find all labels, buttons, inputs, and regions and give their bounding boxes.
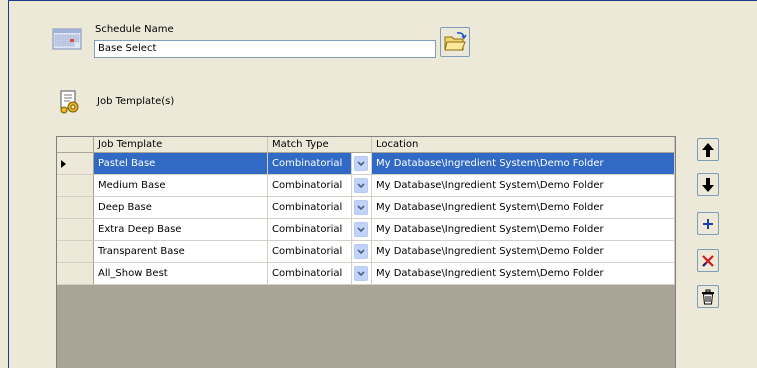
- grid-header: Job Template Match Type Location: [57, 137, 675, 153]
- match-type-dropdown[interactable]: [352, 175, 372, 197]
- job-template-cell[interactable]: Medium Base: [94, 175, 268, 197]
- chevron-down-icon: [354, 156, 368, 171]
- table-row[interactable]: Transparent Base Combinatorial My Databa…: [57, 241, 675, 263]
- match-type-cell[interactable]: Combinatorial: [268, 197, 352, 219]
- arrow-down-icon: [702, 177, 714, 192]
- job-template-cell[interactable]: Extra Deep Base: [94, 219, 268, 241]
- table-row[interactable]: Extra Deep Base Combinatorial My Databas…: [57, 219, 675, 241]
- location-cell[interactable]: My Database\Ingredient System\Demo Folde…: [372, 263, 675, 285]
- column-header-job-template[interactable]: Job Template: [94, 137, 268, 153]
- chevron-down-icon: [354, 266, 368, 281]
- row-selector[interactable]: [57, 219, 94, 241]
- move-up-button[interactable]: [697, 138, 719, 161]
- plus-icon: [703, 218, 713, 229]
- job-template-cell[interactable]: All_Show Best: [94, 263, 268, 285]
- arrow-up-icon: [702, 142, 714, 157]
- job-templates-label: Job Template(s): [97, 96, 175, 107]
- row-selector[interactable]: [57, 263, 94, 285]
- move-down-button[interactable]: [697, 173, 719, 196]
- calendar-icon: [52, 28, 82, 50]
- match-type-dropdown[interactable]: [352, 153, 372, 175]
- chevron-down-icon: [354, 244, 368, 259]
- match-type-dropdown[interactable]: [352, 219, 372, 241]
- row-selector[interactable]: [57, 241, 94, 263]
- remove-button[interactable]: [697, 249, 719, 272]
- row-selector[interactable]: [57, 175, 94, 197]
- job-template-icon: [58, 90, 82, 114]
- job-template-grid[interactable]: Job Template Match Type Location Pastel …: [56, 136, 676, 368]
- row-selector[interactable]: [57, 197, 94, 219]
- column-header-match-type[interactable]: Match Type: [268, 137, 352, 153]
- job-template-cell[interactable]: Deep Base: [94, 197, 268, 219]
- open-folder-button[interactable]: [440, 27, 470, 57]
- location-cell[interactable]: My Database\Ingredient System\Demo Folde…: [372, 219, 675, 241]
- delete-button[interactable]: [697, 285, 719, 308]
- table-row[interactable]: All_Show Best Combinatorial My Database\…: [57, 263, 675, 285]
- x-icon: [702, 254, 714, 267]
- current-row-icon: [61, 160, 66, 168]
- match-type-cell[interactable]: Combinatorial: [268, 175, 352, 197]
- add-button[interactable]: [697, 212, 719, 235]
- match-type-cell[interactable]: Combinatorial: [268, 219, 352, 241]
- match-type-dropdown[interactable]: [352, 263, 372, 285]
- top-border: [8, 0, 757, 1]
- schedule-name-input[interactable]: Base Select: [94, 40, 436, 58]
- location-cell[interactable]: My Database\Ingredient System\Demo Folde…: [372, 241, 675, 263]
- match-type-dropdown[interactable]: [352, 197, 372, 219]
- row-header-corner: [57, 137, 94, 153]
- chevron-down-icon: [354, 222, 368, 237]
- location-cell[interactable]: My Database\Ingredient System\Demo Folde…: [372, 153, 675, 175]
- column-header-location[interactable]: Location: [372, 137, 675, 153]
- location-cell[interactable]: My Database\Ingredient System\Demo Folde…: [372, 175, 675, 197]
- chevron-down-icon: [354, 200, 368, 215]
- row-selector[interactable]: [57, 153, 94, 175]
- job-template-cell[interactable]: Transparent Base: [94, 241, 268, 263]
- job-template-cell[interactable]: Pastel Base: [94, 153, 268, 175]
- left-border: [8, 0, 9, 368]
- match-type-dropdown[interactable]: [352, 241, 372, 263]
- match-type-cell[interactable]: Combinatorial: [268, 153, 352, 175]
- table-row[interactable]: Pastel Base Combinatorial My Database\In…: [57, 153, 675, 175]
- open-folder-icon: [444, 32, 467, 51]
- trash-icon: [702, 289, 714, 304]
- table-row[interactable]: Deep Base Combinatorial My Database\Ingr…: [57, 197, 675, 219]
- chevron-down-icon: [354, 178, 368, 193]
- match-type-cell[interactable]: Combinatorial: [268, 241, 352, 263]
- location-cell[interactable]: My Database\Ingredient System\Demo Folde…: [372, 197, 675, 219]
- match-type-cell[interactable]: Combinatorial: [268, 263, 352, 285]
- schedule-name-label: Schedule Name: [95, 24, 174, 35]
- table-row[interactable]: Medium Base Combinatorial My Database\In…: [57, 175, 675, 197]
- column-header-spacer: [352, 137, 372, 153]
